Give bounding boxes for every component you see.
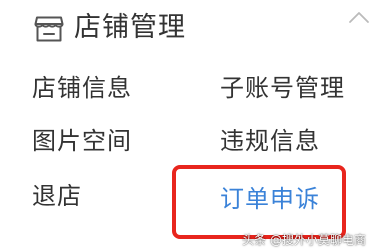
menu-item-image-space[interactable]: 图片空间 — [32, 125, 132, 157]
chevron-up-icon[interactable] — [348, 10, 370, 24]
store-management-panel: 店铺管理 店铺信息 子账号管理 图片空间 违规信息 退店 订单申诉 头条 @搜外… — [0, 0, 374, 252]
menu-item-sub-accounts[interactable]: 子账号管理 — [220, 72, 345, 104]
menu-item-store-info[interactable]: 店铺信息 — [32, 72, 132, 104]
storefront-icon — [34, 16, 64, 42]
section-title: 店铺管理 — [74, 12, 186, 43]
store-management-header[interactable]: 店铺管理 — [0, 0, 374, 58]
menu-item-violations[interactable]: 违规信息 — [220, 125, 320, 157]
menu-item-close-store[interactable]: 退店 — [32, 180, 82, 212]
highlight-annotation-box — [172, 165, 346, 239]
watermark-text: 头条 @搜外小莫聊电商 — [242, 233, 366, 247]
